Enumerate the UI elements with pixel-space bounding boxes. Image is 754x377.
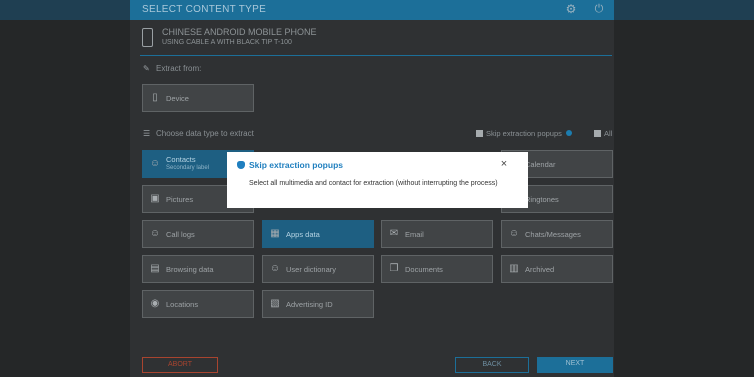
tile-label: Pictures xyxy=(166,195,194,204)
choose-data-text: Choose data type to extract xyxy=(156,129,254,138)
tile-label: Email xyxy=(405,230,424,239)
dialog-title-text: Skip extraction popups xyxy=(249,160,343,170)
pictures-icon: ▣ xyxy=(150,193,160,204)
info-icon[interactable] xyxy=(565,130,572,136)
tile-browsing-data[interactable]: ▤ Browsing data xyxy=(142,255,254,283)
tile-sublabel: Secondary label xyxy=(166,165,210,171)
extract-from-text: Extract from: xyxy=(156,64,202,73)
title-bar: SELECT CONTENT TYPE ⚙ ⏻ xyxy=(0,0,754,20)
abort-button[interactable]: ABORT xyxy=(142,357,218,373)
advertising-icon: ▧ xyxy=(270,298,280,309)
tile-label: Chats/Messages xyxy=(525,230,581,239)
power-icon[interactable]: ⏻ xyxy=(592,2,606,16)
tile-label: Contacts xyxy=(166,155,196,164)
back-button[interactable]: BACK xyxy=(455,357,529,373)
select-all-checkbox[interactable] xyxy=(594,130,601,137)
tile-label: Documents xyxy=(405,265,443,274)
location-icon: ◉ xyxy=(150,298,160,309)
select-all-label: All xyxy=(604,129,613,138)
dialog-message: Select all multimedia and contact for ex… xyxy=(249,180,498,187)
source-device-tile[interactable]: ▯ Device xyxy=(142,84,254,112)
device-header: CHINESE ANDROID MOBILE PHONE USING CABLE… xyxy=(140,26,612,56)
tile-locations[interactable]: ◉ Locations xyxy=(142,290,254,318)
tile-archived[interactable]: ▥ Archived xyxy=(501,255,613,283)
documents-icon: ❐ xyxy=(389,263,399,274)
tile-label: Browsing data xyxy=(166,265,214,274)
tile-user-dictionary[interactable]: ☺ User dictionary xyxy=(262,255,374,283)
call-logs-icon: ☺ xyxy=(149,228,161,239)
tile-label: Apps data xyxy=(286,230,320,239)
tile-label: Calendar xyxy=(525,160,556,169)
tile-apps-data[interactable]: ▦ Apps data xyxy=(262,220,374,248)
device-icon: ▯ xyxy=(152,92,158,103)
apps-grid-icon: ▦ xyxy=(270,228,280,239)
device-subtitle: USING CABLE A WITH BLACK TIP T-100 xyxy=(162,39,292,46)
tile-label: Locations xyxy=(166,300,199,309)
email-icon: ✉ xyxy=(389,228,399,239)
tile-label: User dictionary xyxy=(286,265,337,274)
shield-icon xyxy=(237,161,245,169)
archive-icon: ▥ xyxy=(509,263,519,274)
tile-advertising-id[interactable]: ▧ Advertising ID xyxy=(262,290,374,318)
skip-popups-dialog: Skip extraction popups × Select all mult… xyxy=(227,152,528,208)
tile-label: Advertising ID xyxy=(286,300,333,309)
title-bar-panel: SELECT CONTENT TYPE ⚙ ⏻ xyxy=(130,0,614,20)
browsing-icon: ▤ xyxy=(150,263,160,274)
dialog-title: Skip extraction popups xyxy=(237,160,343,170)
skip-popups-checkbox[interactable] xyxy=(476,130,483,137)
tile-label: Ringtones xyxy=(525,195,559,204)
tile-chats-messages[interactable]: ☺ Chats/Messages xyxy=(501,220,613,248)
close-icon[interactable]: × xyxy=(498,158,510,170)
next-button[interactable]: NEXT xyxy=(537,357,613,373)
list-icon: ☰ xyxy=(143,129,151,138)
source-device-label: Device xyxy=(166,94,189,103)
skip-popups-option[interactable]: Skip extraction popups xyxy=(476,129,572,138)
gear-icon[interactable]: ⚙ xyxy=(564,2,578,16)
select-all-option[interactable]: All xyxy=(594,129,612,138)
tile-call-logs[interactable]: ☺ Call logs xyxy=(142,220,254,248)
tile-documents[interactable]: ❐ Documents xyxy=(381,255,493,283)
tile-label: Archived xyxy=(525,265,555,274)
extract-from-label: ✎ Extract from: xyxy=(143,64,201,73)
tile-label: Call logs xyxy=(166,230,195,239)
page-title: SELECT CONTENT TYPE xyxy=(142,4,267,15)
device-name: CHINESE ANDROID MOBILE PHONE xyxy=(162,27,317,37)
skip-popups-label: Skip extraction popups xyxy=(486,129,562,138)
contacts-icon: ☺ xyxy=(149,158,161,169)
dictionary-icon: ☺ xyxy=(269,263,281,274)
phone-icon xyxy=(142,28,153,47)
app-window: SELECT CONTENT TYPE ⚙ ⏻ CHINESE ANDROID … xyxy=(0,0,754,377)
chats-icon: ☺ xyxy=(508,228,520,239)
tile-email[interactable]: ✉ Email xyxy=(381,220,493,248)
choose-data-label: ☰ Choose data type to extract xyxy=(143,129,254,138)
edit-icon: ✎ xyxy=(143,64,150,73)
